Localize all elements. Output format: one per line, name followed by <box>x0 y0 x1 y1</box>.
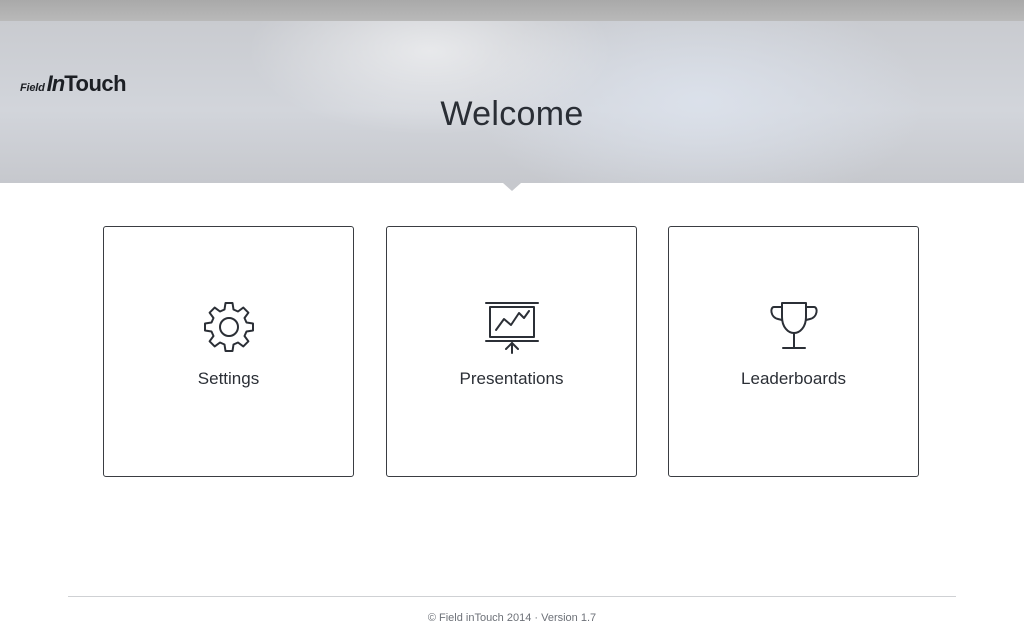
settings-tile-label: Settings <box>197 369 260 388</box>
logo-in-text: In <box>46 71 66 96</box>
presentations-tile-label: Presentations <box>459 369 564 388</box>
leaderboards-tile-label: Leaderboards <box>741 369 846 388</box>
header-pointer <box>503 183 521 191</box>
trophy-icon <box>669 299 918 355</box>
settings-tile[interactable]: Settings <box>103 226 354 477</box>
header-banner: Field In Touch Welcome <box>0 21 1024 183</box>
footer-copyright: © Field inTouch 2014 · Version 1.7 <box>427 612 597 624</box>
footer-divider <box>68 596 956 597</box>
gear-icon <box>104 299 353 355</box>
logo-field-text: Field <box>20 82 45 94</box>
presentation-chart-icon <box>387 299 636 355</box>
presentations-tile[interactable]: Presentations <box>386 226 637 477</box>
logo-touch-text: Touch <box>64 71 127 96</box>
page-title: Welcome <box>440 95 584 133</box>
top-status-bar <box>0 0 1024 21</box>
leaderboards-tile[interactable]: Leaderboards <box>668 226 919 477</box>
